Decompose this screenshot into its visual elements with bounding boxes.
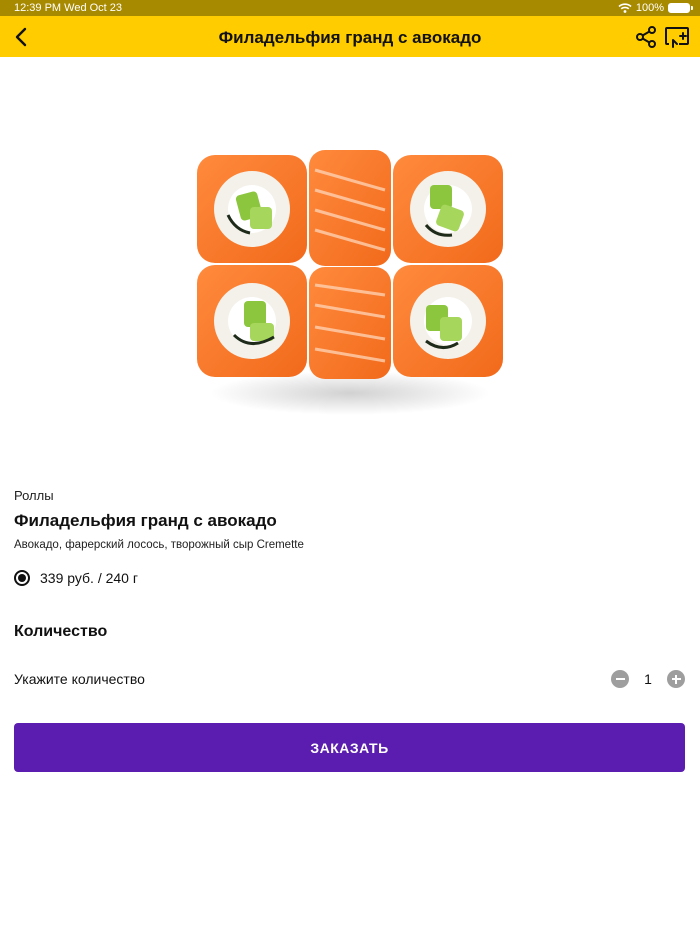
quantity-value: 1 <box>644 671 652 687</box>
status-time: 12:39 PM Wed Oct 23 <box>14 2 123 14</box>
order-button[interactable]: ЗАКАЗАТЬ <box>14 723 685 772</box>
product-description: Авокадо, фарерский лосось, творожный сыр… <box>14 539 304 551</box>
product-category: Роллы <box>14 488 54 503</box>
quantity-heading: Количество <box>14 623 108 640</box>
minus-circle-icon[interactable] <box>611 670 629 688</box>
price-option-label: 339 руб. / 240 г <box>40 570 138 586</box>
plus-circle-icon[interactable] <box>667 670 685 688</box>
price-option[interactable]: 339 руб. / 240 г <box>14 570 138 586</box>
status-bar: 12:39 PM Wed Oct 23 100% <box>0 0 700 16</box>
status-indicators: 100% <box>618 2 693 14</box>
product-image <box>197 150 503 415</box>
wifi-icon <box>618 3 632 13</box>
radio-button[interactable] <box>14 570 30 586</box>
share-icon[interactable] <box>634 25 658 49</box>
battery-icon <box>668 3 693 13</box>
quantity-label: Укажите количество <box>14 671 145 687</box>
navigation-bar: Филадельфия гранд с авокадо <box>0 16 700 57</box>
cast-icon[interactable] <box>664 25 690 49</box>
battery-percent: 100% <box>635 2 664 14</box>
page-title: Филадельфия гранд с авокадо <box>218 28 482 47</box>
radio-selected-dot <box>18 574 26 582</box>
product-name: Филадельфия гранд с авокадо <box>14 511 277 530</box>
